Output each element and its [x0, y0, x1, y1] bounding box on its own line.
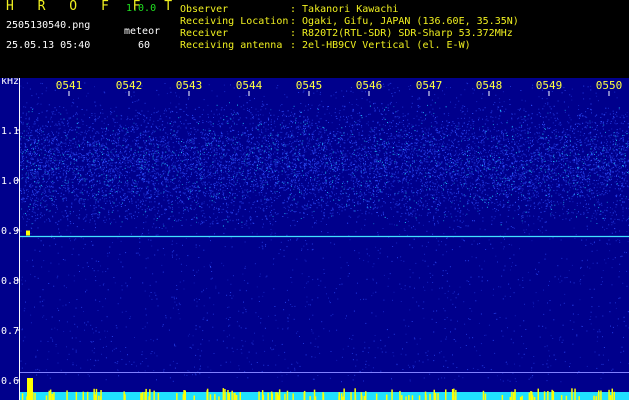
y-tick-label: 1.1 — [1, 126, 19, 137]
y-axis-label: kHz — [1, 78, 19, 87]
app-version: 1.0.0 — [126, 3, 157, 14]
x-tick-label: 0542 — [116, 79, 143, 92]
meteor-burst — [27, 378, 33, 400]
observer-label: Observer — [180, 4, 229, 15]
y-tick-label: 0.6 — [1, 376, 19, 387]
spectrogram-background — [0, 78, 629, 400]
x-tick-label: 0541 — [56, 79, 83, 92]
x-tick-label: 0548 — [476, 79, 503, 92]
meteor-echo — [26, 230, 30, 236]
x-tick-label: 0544 — [236, 79, 263, 92]
x-tick-label: 0546 — [356, 79, 383, 92]
location-label: Receiving Location — [180, 16, 289, 27]
spectrogram-svg: kHz 1.1 1.0 0.9 0.8 0.7 0.6 0541 0542 0543 0544 054… — [0, 78, 629, 400]
spectrogram: kHz 1.1 1.0 0.9 0.8 0.7 0.6 0541 0542 0543 0544 054… — [0, 78, 629, 400]
antenna-label: Receiving antenna — [180, 40, 283, 51]
y-tick-label: 0.9 — [1, 226, 19, 237]
x-tick-label: 0550 — [596, 79, 623, 92]
receiver-label: Receiver — [180, 28, 229, 39]
x-tick-label: 0549 — [536, 79, 563, 92]
meteor-count: 60 — [138, 40, 151, 51]
antenna-value: : 2el-HB9CV Vertical (el. E-W) — [290, 40, 471, 51]
observer-value: : Takanori Kawachi — [290, 4, 399, 15]
datetime: 25.05.13 05:40 — [6, 40, 91, 51]
mode-label: meteor — [124, 26, 161, 37]
y-tick-label: 1.0 — [1, 176, 19, 187]
x-tick-label: 0547 — [416, 79, 443, 92]
receiver-value: : R820T2(RTL-SDR) SDR-Sharp 53.372MHz — [290, 28, 513, 39]
y-tick-label: 0.7 — [1, 326, 19, 337]
location-value: : Ogaki, Gifu, JAPAN (136.60E, 35.35N) — [290, 16, 519, 27]
header: H R O F F T 1.0.0 2505130540.png meteor … — [0, 0, 629, 78]
filename: 2505130540.png — [6, 20, 91, 31]
y-tick-label: 0.8 — [1, 276, 19, 287]
x-tick-label: 0543 — [176, 79, 203, 92]
x-tick-label: 0545 — [296, 79, 323, 92]
